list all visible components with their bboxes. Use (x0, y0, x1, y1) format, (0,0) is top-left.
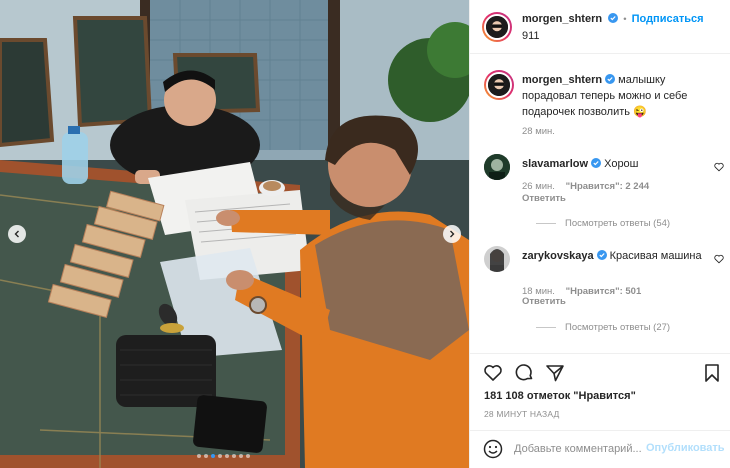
comment-item: slavamarlow Хорош 26 мин. "Нравится": 2 … (484, 154, 724, 234)
chevron-right-icon (450, 230, 455, 238)
reply-button[interactable]: Ответить (522, 193, 566, 204)
caption-username[interactable]: morgen_shtern (522, 74, 602, 86)
verified-badge-icon (605, 74, 616, 84)
verified-badge-icon (608, 13, 619, 23)
separator-dot: • (623, 14, 627, 25)
comment-item: zarykovskaya Красивая машина 18 мин. "Нр… (484, 246, 724, 336)
comment-likes[interactable]: "Нравится": 501 (566, 286, 642, 297)
carousel-dot (197, 454, 201, 458)
post-actions: 181 108 отметок "Нравится" 28 МИНУТ НАЗА… (470, 353, 730, 439)
add-comment-bar: Опубликовать (470, 430, 730, 468)
carousel-dot (218, 454, 222, 458)
bookmark-icon[interactable] (702, 363, 722, 383)
author-username[interactable]: morgen_shtern (522, 13, 602, 25)
post-subtitle: 911 (522, 30, 540, 42)
share-icon[interactable] (545, 363, 565, 383)
emoji-icon[interactable] (483, 439, 503, 459)
chevron-left-icon (14, 230, 19, 238)
verified-badge-icon (596, 250, 607, 260)
carousel-dot (211, 454, 215, 458)
carousel-next-button[interactable] (443, 225, 461, 243)
carousel-prev-button[interactable] (8, 225, 26, 243)
post-sidebar: morgen_shtern • Подписаться 911 morgen_s… (469, 0, 730, 468)
replies-divider (536, 223, 556, 224)
post-time-ago: 28 МИНУТ НАЗАД (484, 409, 560, 419)
photo-illustration (0, 0, 469, 468)
view-replies-label: Посмотреть ответы (27) (565, 322, 671, 333)
replies-divider (536, 327, 556, 328)
carousel-dot (246, 454, 250, 458)
commenter-avatar[interactable] (484, 154, 510, 180)
carousel-dot (225, 454, 229, 458)
view-replies-button[interactable]: Посмотреть ответы (27) (536, 322, 670, 333)
likes-count[interactable]: 181 108 отметок "Нравится" (484, 390, 636, 402)
caption-time: 28 мин. (522, 126, 555, 137)
comment-input[interactable] (514, 441, 644, 457)
carousel-dot (204, 454, 208, 458)
comment-time: 26 мин. (522, 181, 555, 192)
publish-button[interactable]: Опубликовать (646, 442, 725, 454)
follow-button[interactable]: Подписаться (632, 13, 704, 25)
comment-icon[interactable] (514, 363, 534, 383)
comment-like-heart-icon[interactable] (714, 162, 724, 172)
verified-badge-icon (591, 158, 602, 168)
view-replies-label: Посмотреть ответы (54) (565, 218, 671, 229)
carousel-indicator (197, 454, 250, 458)
heart-icon[interactable] (483, 363, 503, 383)
comment-text: Красивая машина (609, 250, 702, 262)
author-avatar[interactable] (482, 12, 512, 42)
carousel-dot (232, 454, 236, 458)
comment-likes[interactable]: "Нравится": 2 244 (566, 181, 650, 192)
reply-button[interactable]: Ответить (522, 296, 566, 307)
post-photo (0, 0, 469, 468)
post-header: morgen_shtern • Подписаться 911 (470, 0, 730, 54)
comment-username[interactable]: zarykovskaya (522, 250, 594, 262)
post-caption: morgen_shtern малышку порадовал теперь м… (484, 70, 724, 140)
comment-like-heart-icon[interactable] (714, 254, 724, 264)
view-replies-button[interactable]: Посмотреть ответы (54) (536, 218, 670, 229)
comment-username[interactable]: slavamarlow (522, 158, 588, 170)
commenter-avatar[interactable] (484, 246, 510, 272)
comment-text: Хорош (604, 158, 639, 170)
caption-avatar[interactable] (484, 70, 514, 100)
carousel-dot (239, 454, 243, 458)
